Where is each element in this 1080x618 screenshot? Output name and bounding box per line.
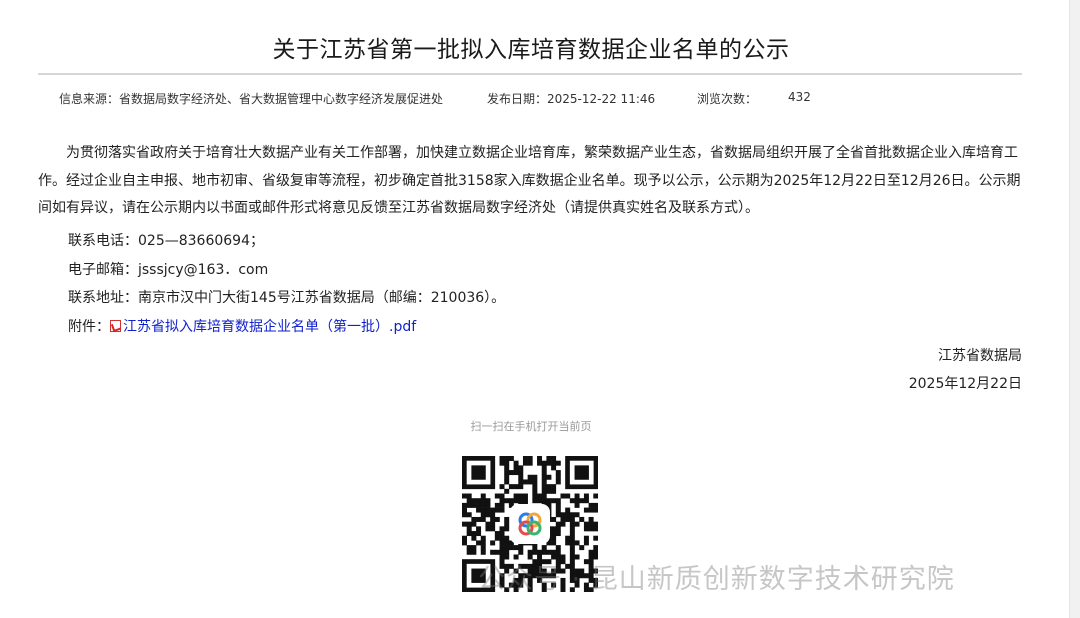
pdf-icon bbox=[110, 320, 121, 332]
title-divider bbox=[38, 73, 1022, 75]
contact-email: 电子邮箱：jsssjcy@163．com bbox=[68, 262, 269, 278]
watermark: 公众号 · 昆山新质创新数字技术研究院 bbox=[478, 564, 955, 595]
meta-views-count: 432 bbox=[788, 90, 811, 104]
signature-date: 2025年12月22日 bbox=[908, 376, 1022, 392]
scrollbar[interactable] bbox=[1069, 0, 1080, 618]
page-title: 关于江苏省第一批拟入库培育数据企业名单的公示 bbox=[272, 37, 790, 63]
signature-org: 江苏省数据局 bbox=[938, 348, 1022, 364]
attachment-label: 附件： bbox=[68, 319, 110, 335]
attachment-link-text[interactable]: 江苏省拟入库培育数据企业名单（第一批）.pdf bbox=[123, 319, 416, 335]
contact-phone: 联系电话：025—83660694； bbox=[68, 233, 264, 249]
contact-address: 联系地址：南京市汉中门大街145号江苏省数据局（邮编：210036）。 bbox=[68, 290, 506, 306]
qr-caption: 扫一扫在手机打开当前页 bbox=[470, 420, 592, 433]
meta-views-label: 浏览次数： bbox=[697, 92, 758, 106]
attachment-row: 附件： 江苏省拟入库培育数据企业名单（第一批）.pdf bbox=[68, 316, 416, 336]
qr-center-logo-icon bbox=[512, 506, 548, 542]
body-paragraph: 为贯彻落实省政府关于培育壮大数据产业有关工作部署，加快建立数据企业培育库，繁荣数… bbox=[38, 145, 1021, 216]
meta-source: 信息来源：省数据局数字经济处、省大数据管理中心数字经济发展促进处 bbox=[59, 92, 444, 106]
attachment-pdf-link[interactable]: 江苏省拟入库培育数据企业名单（第一批）.pdf bbox=[110, 319, 416, 335]
meta-publish-date: 发布日期：2025-12-22 11:46 bbox=[487, 92, 656, 106]
